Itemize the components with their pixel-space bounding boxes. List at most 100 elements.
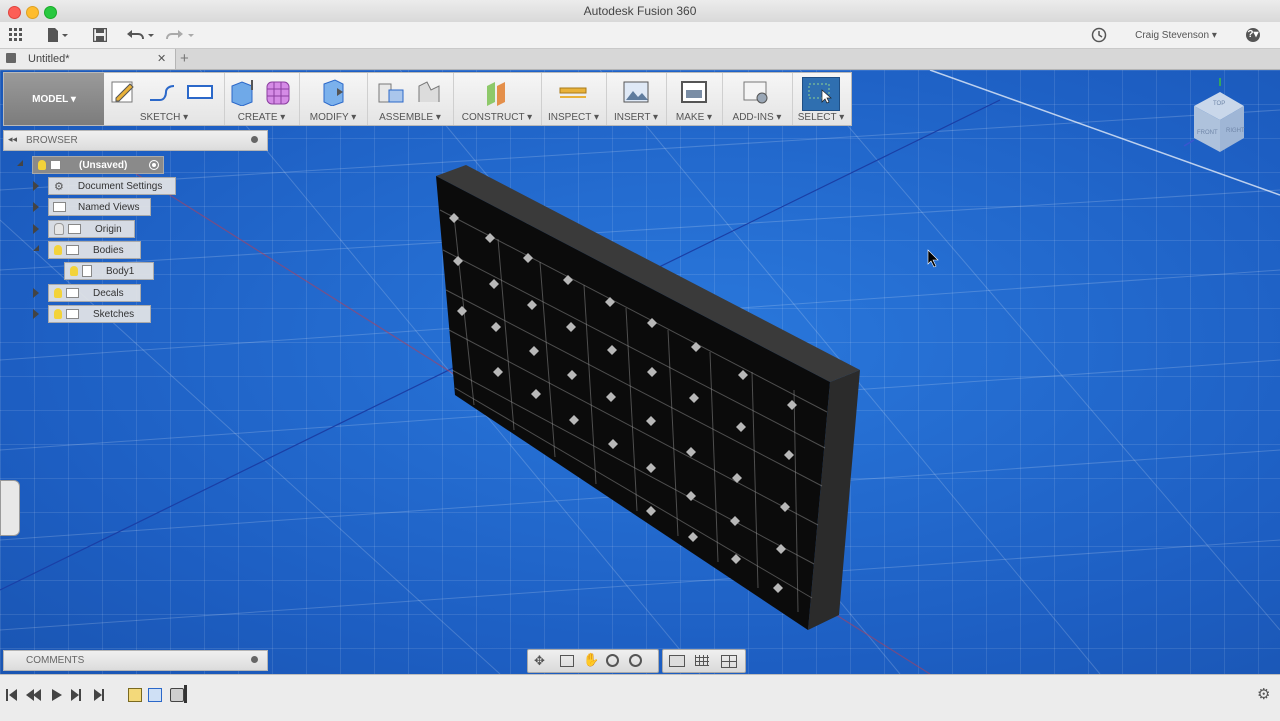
press-pull-icon <box>323 79 344 106</box>
new-component-icon <box>378 83 404 103</box>
comments-panel-header[interactable]: COMMENTS <box>3 650 268 671</box>
help-menu[interactable]: ?▾ <box>1236 25 1270 45</box>
timeline-sketch-feature-icon[interactable] <box>128 688 142 702</box>
tree-item-sketches[interactable]: Sketches <box>48 305 151 323</box>
make-group[interactable]: MAKE ▾ <box>666 73 723 125</box>
add-ins-label: ADD-INS ▾ <box>732 112 782 123</box>
construct-group[interactable]: CONSTRUCT ▾ <box>453 73 542 125</box>
undo-icon[interactable] <box>124 25 158 45</box>
tree-item-body1[interactable]: Body1 <box>64 262 154 280</box>
browser-panel-header[interactable]: ◂◂ BROWSER <box>3 130 268 151</box>
visibility-bulb-icon[interactable] <box>70 266 78 276</box>
line-tool-icon <box>150 85 175 101</box>
expand-root-icon[interactable] <box>17 160 23 166</box>
tree-item-decals[interactable]: Decals <box>48 284 141 302</box>
offset-plane-icon <box>487 82 505 106</box>
viewport-scene <box>0 70 1280 674</box>
file-menu-icon[interactable] <box>44 25 72 45</box>
document-cube-icon <box>6 53 16 63</box>
browser-pin-icon[interactable] <box>251 136 258 143</box>
tree-item-origin[interactable]: Origin <box>48 220 135 238</box>
new-tab-button[interactable]: + <box>180 50 189 67</box>
grid-settings-icon[interactable] <box>695 655 709 666</box>
expand-decals-icon[interactable] <box>33 288 39 298</box>
comments-pin-icon[interactable] <box>251 656 258 663</box>
viewcube-right-label: RIGHT <box>1226 128 1245 134</box>
3d-print-icon <box>681 81 707 103</box>
document-tab-untitled[interactable]: Untitled* ✕ <box>0 49 176 69</box>
solar-panel-body[interactable] <box>436 165 860 630</box>
orbit-icon[interactable]: ✥ <box>534 653 545 669</box>
select-group[interactable]: SELECT ▾ <box>792 73 850 125</box>
create-group[interactable]: CREATE ▾ <box>224 73 300 125</box>
redo-icon[interactable] <box>164 25 198 45</box>
timeline-features[interactable] <box>126 685 192 707</box>
tree-root-unsaved[interactable]: (Unsaved) <box>32 156 164 174</box>
zoom-icon[interactable] <box>606 654 619 667</box>
canvas-viewport[interactable]: TOP FRONT RIGHT <box>0 70 1280 674</box>
viewcube-icon <box>1183 78 1244 152</box>
decals-label: Decals <box>93 287 124 299</box>
tree-item-named-views[interactable]: Named Views <box>48 198 151 216</box>
select-label: SELECT ▾ <box>797 112 845 123</box>
insert-label: INSERT ▾ <box>613 112 659 123</box>
measure-icon <box>559 87 587 98</box>
help-icon: ?▾ <box>1246 28 1260 42</box>
help-glyph: ?▾ <box>1246 28 1260 42</box>
expand-document-settings-icon[interactable] <box>33 181 39 191</box>
select-cursor-icon <box>808 83 832 104</box>
timeline-settings-gear-icon[interactable]: ⚙ <box>1257 685 1270 703</box>
timeline-marker[interactable] <box>184 685 187 703</box>
tree-item-bodies[interactable]: Bodies <box>48 241 141 259</box>
job-status-clock-icon[interactable] <box>1088 25 1110 45</box>
workspace-switcher[interactable]: MODEL ▾ <box>4 73 104 125</box>
collapse-bodies-icon[interactable] <box>33 245 39 251</box>
inspect-group[interactable]: INSPECT ▾ <box>541 73 607 125</box>
close-tab-icon[interactable]: ✕ <box>157 52 166 65</box>
side-collapse-tab[interactable] <box>0 480 20 536</box>
document-settings-label: Document Settings <box>77 180 163 192</box>
data-panel-grid-icon[interactable] <box>6 25 26 45</box>
modify-label: MODIFY ▾ <box>309 112 357 123</box>
make-label: MAKE ▾ <box>675 112 713 123</box>
bodies-label: Bodies <box>93 244 124 256</box>
window-title: Autodesk Fusion 360 <box>583 4 697 18</box>
expand-sketches-icon[interactable] <box>33 309 39 319</box>
save-icon[interactable] <box>90 25 110 45</box>
body-icon <box>82 265 92 277</box>
visibility-bulb-off-icon[interactable] <box>54 223 64 235</box>
timeline-extrude-feature-icon[interactable] <box>148 688 162 702</box>
timeline-bar: ⚙ <box>0 674 1280 721</box>
fit-zoom-icon[interactable] <box>629 654 642 667</box>
origin-label: Origin <box>95 223 122 235</box>
timeline-decal-feature-icon[interactable] <box>170 688 184 702</box>
modify-group[interactable]: MODIFY ▾ <box>299 73 368 125</box>
insert-group[interactable]: INSERT ▾ <box>606 73 667 125</box>
add-ins-group[interactable]: ADD-INS ▾ <box>722 73 793 125</box>
visibility-bulb-icon[interactable] <box>54 309 62 319</box>
user-account-menu[interactable]: Craig Stevenson ▾ <box>1128 25 1224 45</box>
assemble-group[interactable]: ASSEMBLE ▾ <box>367 73 454 125</box>
look-at-icon[interactable] <box>560 655 574 667</box>
folder-icon <box>66 288 79 298</box>
sketch-group[interactable]: SKETCH ▾ <box>104 73 225 125</box>
visibility-bulb-icon[interactable] <box>54 245 62 255</box>
display-settings-icon[interactable] <box>669 655 685 667</box>
activate-radio-icon[interactable] <box>149 160 159 170</box>
document-tab-label: Untitled* <box>28 53 70 65</box>
go-to-end-icon <box>94 689 104 701</box>
viewcube[interactable]: TOP FRONT RIGHT <box>1180 76 1260 162</box>
collapse-browser-icon[interactable]: ◂◂ <box>8 134 17 145</box>
visibility-bulb-icon[interactable] <box>54 288 62 298</box>
expand-named-views-icon[interactable] <box>33 202 39 212</box>
named-views-label: Named Views <box>78 201 140 213</box>
visibility-bulb-icon[interactable] <box>38 160 46 170</box>
tree-root-label: (Unsaved) <box>79 159 128 171</box>
expand-origin-icon[interactable] <box>33 224 39 234</box>
tree-item-document-settings[interactable]: ⚙ Document Settings <box>48 177 176 195</box>
application-bar: Craig Stevenson ▾ ?▾ <box>0 22 1280 49</box>
joint-icon <box>418 81 440 102</box>
pan-hand-icon[interactable]: ✋ <box>583 652 599 668</box>
step-back-icon <box>26 689 41 701</box>
viewports-icon[interactable] <box>721 655 737 668</box>
